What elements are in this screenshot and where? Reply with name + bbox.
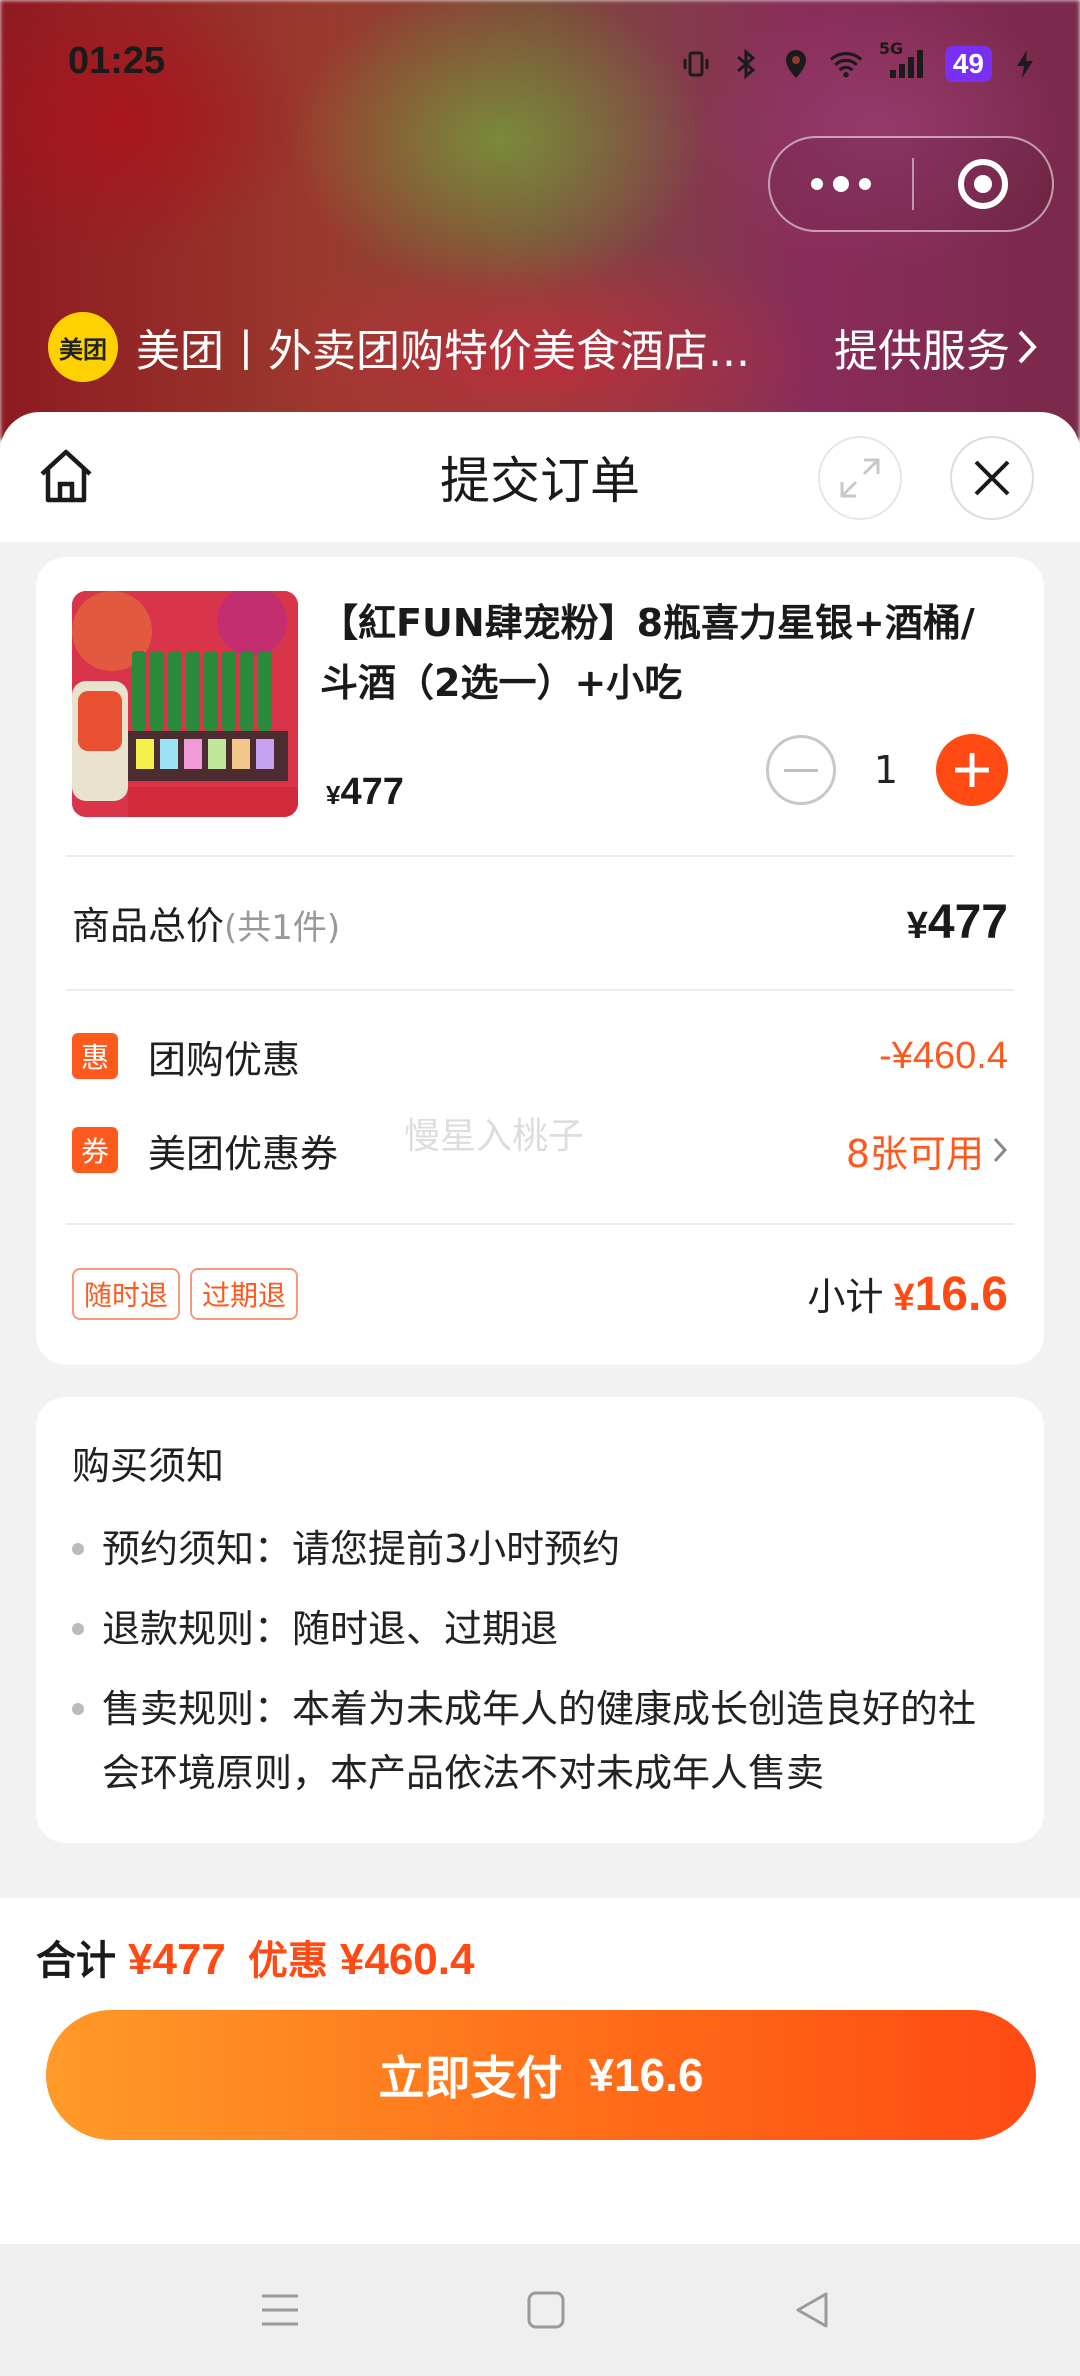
watermark: 慢星入桃子 [404,1116,585,1157]
system-nav-bar [0,2244,1080,2376]
status-bar: 01:25 5G 49 [0,0,1080,130]
home-icon [40,449,92,503]
subtotal-value: ¥16.6 [893,1268,1008,1321]
refund-expired-tag: 过期退 [190,1268,299,1320]
price-symbol: ¥ [326,780,341,810]
service-label: 提供服务 [834,326,1010,377]
price-value: 477 [340,771,404,813]
total-summary: 合计 ¥477 优惠 ¥460.4 [36,1928,474,1986]
back-button[interactable] [790,2288,834,2332]
wifi-icon [829,47,863,81]
purchase-notice-card: 购买须知 预约须知：请您提前3小时预约 退款规则：随时退、过期退 售卖规则：本着… [36,1397,1044,1843]
close-mini-program-button[interactable] [914,138,1052,230]
order-card: 【紅FUN肆宠粉】8瓶喜力星银+酒桶/斗酒（2选一）+小吃 ¥477 1 商品总… [36,557,1044,1365]
item-count: (共1件) [224,907,341,948]
more-dot-icon [859,178,871,190]
quantity-stepper: 1 [766,733,1008,807]
merchant-name: 美团丨外卖团购特价美食酒店... [136,326,750,377]
product-title: 【紅FUN肆宠粉】8瓶喜力星银+酒桶/斗酒（2选一）+小吃 [320,601,975,705]
menu-icon [262,2294,298,2326]
group-discount-value: -¥460.4 [879,1034,1008,1077]
expand-button[interactable] [818,436,902,520]
divider [66,855,1014,857]
status-icons: 5G 49 [679,39,1042,86]
decrease-button[interactable] [766,735,836,805]
coupon-available[interactable]: 8张可用 [846,1123,1008,1178]
notice-list: 预约须知：请您提前3小时预约 退款规则：随时退、过期退 售卖规则：本着为未成年人… [72,1509,1012,1805]
chevron-right-icon [993,1137,1008,1163]
page-title: 提交订单 [440,452,640,510]
notice-title: 购买须知 [72,1444,225,1488]
status-time: 01:25 [68,40,166,82]
divider [66,989,1014,991]
coupon-label: 美团优惠券 [148,1131,339,1176]
service-link[interactable]: 提供服务 [834,315,1038,379]
pay-label: 立即支付 [378,2052,563,2104]
discount-total: ¥460.4 [339,1935,475,1984]
quantity-value: 1 [873,748,899,792]
location-icon [779,47,813,81]
battery-indicator: 49 [944,46,992,82]
merchant-bar[interactable]: 美团 美团丨外卖团购特价美食酒店... 提供服务 [48,310,1038,384]
subtotal-label: 小计 [807,1275,884,1319]
notice-item: 预约须知：请您提前3小时预约 [72,1509,1012,1589]
product-image[interactable] [72,591,298,817]
pay-amount: ¥16.6 [588,2049,704,2101]
menu-button[interactable] [258,2288,302,2332]
minus-icon [784,768,818,772]
home-nav-button[interactable] [524,2288,568,2332]
chevron-right-icon [1018,330,1037,364]
group-discount-row: 惠 团购优惠 -¥460.4 [72,1021,1008,1091]
square-icon [527,2291,565,2329]
close-icon [974,460,1010,496]
subtotal-row: 随时退 过期退 小计 ¥16.6 [72,1257,1008,1331]
meituan-logo: 美团 [48,312,118,382]
checkout-bar: 合计 ¥477 优惠 ¥460.4 立即支付 ¥16.6 [0,1898,1080,2244]
discount-icon: 惠 [72,1033,118,1079]
subtotal: 小计 ¥16.6 [807,1266,1008,1322]
notice-item: 售卖规则：本着为未成年人的健康成长创造良好的社会环境原则，本产品依法不对未成年人… [72,1669,1012,1805]
network-type: 5G [878,39,904,58]
charging-icon [1008,47,1042,81]
close-button[interactable] [950,436,1034,520]
cellular-signal-icon: 5G [879,39,929,81]
mini-program-capsule [768,136,1054,232]
panel-header: 提交订单 [0,412,1080,542]
expand-icon [840,458,880,498]
discount-label: 优惠 [247,1938,328,1984]
notice-item: 退款规则：随时退、过期退 [72,1589,1012,1669]
item-total-row: 商品总价(共1件) ¥477 [72,887,1008,957]
sum-total: ¥477 [128,1935,226,1984]
target-icon [958,159,1008,209]
divider [66,1223,1014,1225]
item-total-label: 商品总价(共1件) [72,903,341,948]
product-price: ¥477 [326,771,404,814]
more-dot-icon [811,178,823,190]
vibrate-icon [679,47,713,81]
more-button[interactable] [770,138,912,230]
home-button[interactable] [34,444,98,508]
coupon-icon: 券 [72,1127,118,1173]
coupon-count: 8张可用 [845,1131,984,1176]
group-discount-label: 团购优惠 [148,1037,301,1082]
increase-button[interactable] [936,734,1008,806]
more-dot-icon [833,176,849,192]
back-triangle-icon [796,2292,828,2328]
pay-now-button[interactable]: 立即支付 ¥16.6 [46,2010,1036,2140]
item-total-value: ¥477 [906,895,1008,949]
bluetooth-icon [729,47,763,81]
sum-label: 合计 [36,1938,116,1984]
refund-anytime-tag: 随时退 [72,1268,181,1320]
